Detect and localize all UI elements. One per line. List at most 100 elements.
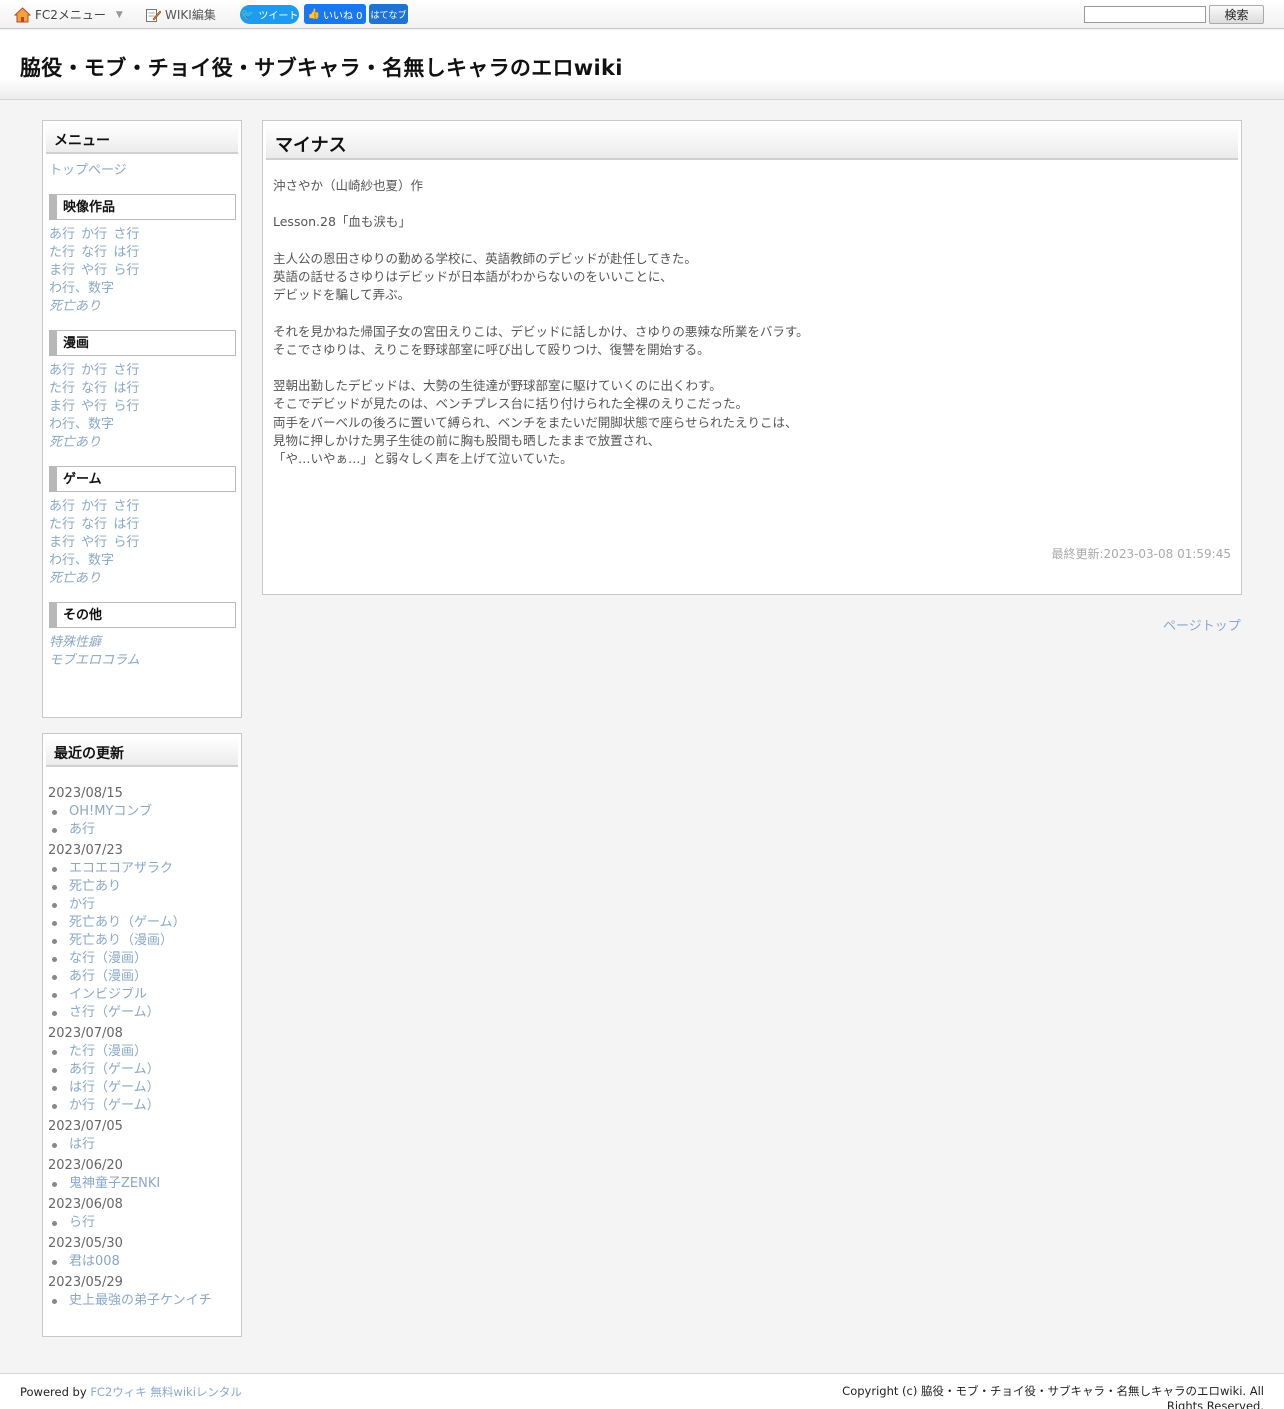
article-line: それを見かねた帰国子女の宮田えりこは、デビッドに話しかけ、さゆりの悪辣な所業をバ… (273, 323, 809, 339)
menu-link[interactable]: ら行 (113, 535, 139, 550)
menu-link[interactable]: や行 (81, 399, 107, 414)
menu-link[interactable]: さ行 (113, 499, 139, 514)
menu-link[interactable]: な行 (81, 517, 107, 532)
recent-link[interactable]: 史上最強の弟子ケンイチ (69, 1292, 212, 1310)
bullet-icon (52, 866, 57, 872)
menu-link[interactable]: た行 (49, 517, 75, 532)
tweet-button[interactable]: 🐦 ツイート (240, 5, 299, 24)
recent-link[interactable]: 死亡あり（漫画） (69, 932, 173, 950)
menu-row: ま行 や行 ら行 (49, 262, 235, 280)
article-line: 両手をバーベルの後ろに置いて縛られ、ベンチをまたいだ開脚状態で座らせられたえりこ… (273, 414, 798, 430)
sidebar-recent-updates: 最近の更新 2023/08/15 OH!MYコンブ あ行 2023/07/23 エコエコ… (42, 733, 242, 1337)
menu-link[interactable]: な行 (81, 245, 107, 260)
recent-link[interactable]: インビジブル (69, 986, 147, 1004)
bullet-icon (52, 920, 57, 926)
like-button[interactable]: 👍 いいね 0 (304, 4, 366, 24)
menu-link-death[interactable]: 死亡あり (49, 570, 235, 588)
menu-link-other[interactable]: モブエロコラム (49, 652, 235, 670)
menu-link[interactable]: さ行 (113, 227, 139, 242)
powered-prefix: Powered by (20, 1385, 91, 1399)
article-line: 「や…いやぁ…」と弱々しく声を上げて泣いていた。 (273, 450, 573, 466)
top-page-link[interactable]: トップページ (49, 162, 235, 180)
recent-link[interactable]: OH!MYコンブ (69, 803, 152, 821)
recent-link[interactable]: 鬼神童子ZENKI (69, 1175, 160, 1193)
article-line: そこでデビッドが見たのは、ベンチプレス台に括り付けられた全裸のえりこだった。 (273, 396, 749, 412)
menu-row: た行 な行 は行 (49, 516, 235, 534)
menu-link[interactable]: ら行 (113, 399, 139, 414)
menu-section-heading: ゲーム (49, 466, 236, 492)
menu-link-death[interactable]: 死亡あり (49, 434, 235, 452)
recent-link[interactable]: エコエコアザラク (69, 860, 173, 878)
menu-link[interactable]: ら行 (113, 263, 139, 278)
recent-link[interactable]: た行（漫画） (69, 1043, 147, 1061)
menu-link[interactable]: や行 (81, 535, 107, 550)
recent-link[interactable]: 死亡あり（ゲーム） (69, 914, 186, 932)
list-item: ら行 (48, 1214, 236, 1232)
bullet-icon (52, 884, 57, 890)
menu-link[interactable]: わ行、数字 (49, 281, 114, 296)
list-item: 死亡あり (48, 878, 236, 896)
recent-link[interactable]: は行 (69, 1136, 95, 1154)
menu-link-other[interactable]: 特殊性癖 (49, 634, 235, 652)
menu-link[interactable]: あ行 (49, 499, 75, 514)
list-item: な行（漫画） (48, 950, 236, 968)
menu-link[interactable]: は行 (113, 245, 139, 260)
recent-link[interactable]: は行（ゲーム） (69, 1079, 160, 1097)
search-input[interactable] (1084, 6, 1206, 23)
powered-by: Powered by FC2ウィキ 無料wikiレンタル (20, 1384, 242, 1400)
menu-link[interactable]: わ行、数字 (49, 553, 114, 568)
menu-link[interactable]: ま行 (49, 263, 75, 278)
list-item: OH!MYコンブ (48, 803, 236, 821)
list-item: 死亡あり（漫画） (48, 932, 236, 950)
menu-link[interactable]: は行 (113, 517, 139, 532)
recent-link[interactable]: あ行 (69, 821, 95, 839)
hatena-bookmark-button[interactable]: はてなブ (369, 4, 408, 24)
recent-link[interactable]: 死亡あり (69, 878, 121, 896)
menu-link[interactable]: た行 (49, 381, 75, 396)
recent-link[interactable]: さ行（ゲーム） (69, 1004, 160, 1022)
bullet-icon (52, 902, 57, 908)
menu-link[interactable]: か行 (81, 499, 107, 514)
menu-row: ま行 や行 ら行 (49, 398, 235, 416)
fc2-menu-button[interactable]: FC2メニュー ▼ (14, 6, 123, 23)
menu-row: わ行、数字 (49, 416, 235, 434)
wiki-edit-link[interactable]: WIKI編集 (145, 6, 216, 23)
menu-link[interactable]: ま行 (49, 399, 75, 414)
recent-date: 2023/05/30 (48, 1236, 123, 1251)
bullet-icon (52, 1067, 57, 1073)
search-button[interactable]: 検索 (1209, 5, 1264, 24)
menu-link[interactable]: わ行、数字 (49, 417, 114, 432)
bullet-icon (52, 992, 57, 998)
recent-link[interactable]: な行（漫画） (69, 950, 147, 968)
menu-link[interactable]: た行 (49, 245, 75, 260)
bullet-icon (52, 1142, 57, 1148)
menu-link[interactable]: や行 (81, 263, 107, 278)
page-top-link[interactable]: ページトップ (1163, 615, 1241, 634)
recent-date: 2023/07/05 (48, 1119, 123, 1134)
bullet-icon (52, 1181, 57, 1187)
menu-link[interactable]: か行 (81, 363, 107, 378)
recent-link[interactable]: ら行 (69, 1214, 95, 1232)
menu-link[interactable]: あ行 (49, 363, 75, 378)
menu-link[interactable]: ま行 (49, 535, 75, 550)
menu-row: た行 な行 は行 (49, 244, 235, 262)
menu-link[interactable]: あ行 (49, 227, 75, 242)
menu-link-death[interactable]: 死亡あり (49, 298, 235, 316)
menu-section-heading: 映像作品 (49, 194, 236, 220)
recent-link[interactable]: か行（ゲーム） (69, 1097, 160, 1115)
menu-link[interactable]: か行 (81, 227, 107, 242)
menu-link[interactable]: な行 (81, 381, 107, 396)
site-title[interactable]: 脇役・モブ・チョイ役・サブキャラ・名無しキャラのエロwiki (20, 52, 623, 82)
recent-date: 2023/06/20 (48, 1158, 123, 1173)
recent-link[interactable]: あ行（漫画） (69, 968, 147, 986)
fc2-wiki-link[interactable]: FC2ウィキ 無料wikiレンタル (90, 1385, 242, 1399)
article-body: 沖さやか（山崎紗也夏）作 Lesson.28「血も涙も」 主人公の恩田さゆりの勤める… (263, 163, 1241, 468)
recent-link[interactable]: あ行（ゲーム） (69, 1061, 160, 1079)
list-item: 史上最強の弟子ケンイチ (48, 1292, 236, 1310)
menu-link[interactable]: は行 (113, 381, 139, 396)
menu-link[interactable]: さ行 (113, 363, 139, 378)
menu-links: トップページ 映像作品 あ行 か行 さ行 た行 な行 は行 ま行 や行 ら行 わ行、数字… (43, 157, 241, 674)
recent-link[interactable]: か行 (69, 896, 95, 914)
recent-list: 2023/08/15 OH!MYコンブ あ行 2023/07/23 エコエコアザラク 死亡… (43, 770, 241, 1310)
recent-link[interactable]: 君は008 (69, 1253, 120, 1271)
